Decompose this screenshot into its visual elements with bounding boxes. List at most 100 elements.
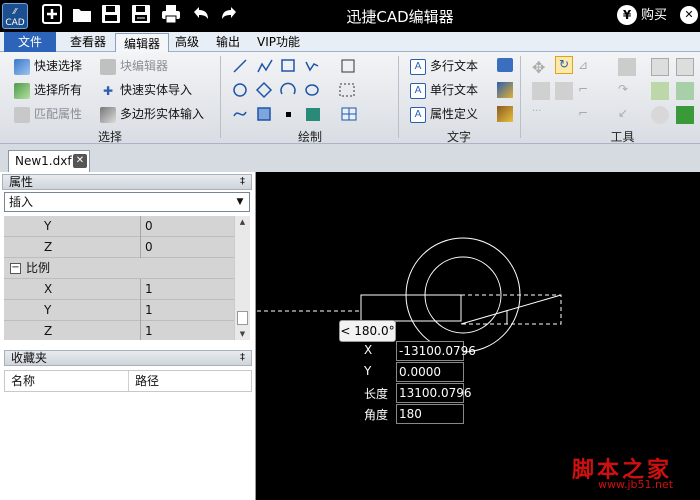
tab-output[interactable]: 输出 bbox=[208, 32, 248, 52]
entity-type-select[interactable]: 插入 ▼ bbox=[4, 192, 250, 212]
tab-editor[interactable]: 编辑器 bbox=[115, 33, 170, 53]
open-folder-icon[interactable] bbox=[70, 4, 94, 28]
mirror-icon[interactable]: ⊿ bbox=[578, 58, 596, 76]
properties-scrollbar[interactable]: ▲ ▼ bbox=[234, 216, 250, 340]
save-as-icon[interactable] bbox=[129, 4, 153, 28]
redo-icon[interactable] bbox=[217, 4, 241, 28]
quick-entity-import-button[interactable]: ✚ 快速实体导入 bbox=[100, 80, 192, 100]
column-name-header[interactable]: 名称 bbox=[5, 371, 129, 391]
polygon-input-icon bbox=[100, 106, 116, 123]
break-icon[interactable]: ··· bbox=[532, 106, 550, 124]
buy-button[interactable]: ¥ 购买 bbox=[617, 5, 667, 27]
group-divider bbox=[398, 56, 399, 138]
diagonal-line bbox=[460, 294, 562, 325]
property-row[interactable]: Z0 bbox=[4, 237, 234, 258]
close-icon[interactable]: ✕ bbox=[73, 154, 87, 168]
multiline-text-button[interactable]: A 多行文本 bbox=[410, 56, 478, 76]
text-style-icon[interactable] bbox=[497, 58, 513, 72]
properties-table: Y0 Z0 − 比例 X1 Y1 Z1 bbox=[4, 216, 234, 340]
tab-viewer[interactable]: 查看器 bbox=[62, 32, 114, 52]
extend-icon[interactable]: ↷ bbox=[618, 82, 636, 100]
document-tab[interactable]: New1.dxf ✕ bbox=[8, 150, 90, 172]
plus-icon: ✚ bbox=[102, 83, 114, 98]
collapse-icon[interactable]: − bbox=[10, 263, 21, 274]
scale-icon[interactable] bbox=[532, 82, 550, 100]
select-all-icon bbox=[14, 82, 30, 99]
y-input[interactable]: 0.0000 bbox=[396, 362, 464, 382]
ungroup-icon[interactable] bbox=[676, 82, 694, 100]
spline-icon[interactable] bbox=[305, 61, 319, 72]
block-editor-button[interactable]: 块编辑器 bbox=[100, 56, 168, 76]
group-icon[interactable] bbox=[651, 82, 669, 100]
line-icon[interactable] bbox=[233, 59, 247, 73]
ribbon: 快速选择 选择所有 匹配属性 块编辑器 ✚ 快速实体导入 多边形实体输入 选择 绘… bbox=[0, 52, 700, 144]
pencil-icon[interactable] bbox=[497, 106, 513, 122]
input-label-y: Y bbox=[364, 364, 372, 378]
multiline-text-icon: A bbox=[410, 58, 426, 75]
favorites-panel-title: 收藏夹 ‡ bbox=[4, 350, 252, 366]
print-icon[interactable] bbox=[159, 4, 183, 28]
close-icon[interactable]: ✕ bbox=[680, 6, 698, 24]
yen-icon: ¥ bbox=[617, 5, 637, 25]
text-group-label: 文字 bbox=[446, 130, 471, 144]
pin-icon[interactable]: ‡ bbox=[240, 351, 245, 365]
table-icon[interactable] bbox=[341, 107, 357, 121]
scroll-down-icon[interactable]: ▼ bbox=[235, 328, 250, 340]
left-panel: 属性 ‡ 插入 ▼ Y0 Z0 − 比例 X1 Y1 Z1 ▲ ▼ 收藏夹 ‡ 名… bbox=[0, 172, 256, 500]
move-icon[interactable]: ✥ bbox=[532, 58, 550, 77]
polygon-entity-input-button[interactable]: 多边形实体输入 bbox=[100, 104, 204, 124]
chevron-down-icon[interactable]: ▼ bbox=[233, 195, 247, 209]
polygon-icon[interactable] bbox=[255, 81, 273, 99]
column-path-header[interactable]: 路径 bbox=[129, 371, 251, 391]
quick-select-button[interactable]: 快速选择 bbox=[14, 56, 82, 76]
angle-input[interactable]: 180 bbox=[396, 404, 464, 424]
tab-file[interactable]: 文件 bbox=[4, 32, 57, 52]
attribute-definition-button[interactable]: A 属性定义 bbox=[410, 104, 478, 124]
match-properties-button[interactable]: 匹配属性 bbox=[14, 104, 82, 124]
arc-icon[interactable] bbox=[280, 82, 296, 95]
attribute-definition-icon: A bbox=[410, 106, 426, 123]
region-icon[interactable] bbox=[339, 83, 355, 97]
chamfer-icon[interactable]: ↙ bbox=[618, 106, 636, 124]
paste-icon[interactable] bbox=[676, 58, 694, 76]
fillet-icon[interactable]: ⌐ bbox=[578, 106, 596, 124]
text-edit-icon[interactable] bbox=[497, 82, 513, 98]
image-icon[interactable] bbox=[306, 108, 320, 121]
tab-vip[interactable]: VIP功能 bbox=[249, 32, 308, 52]
drawing-canvas[interactable] bbox=[257, 172, 700, 500]
select-all-button[interactable]: 选择所有 bbox=[14, 80, 82, 100]
trim-icon[interactable]: ⌐ bbox=[578, 82, 596, 100]
quick-select-icon bbox=[14, 58, 30, 75]
pin-icon[interactable]: ‡ bbox=[240, 175, 245, 189]
tab-advanced[interactable]: 高级 bbox=[167, 32, 207, 52]
property-row[interactable]: Y1 bbox=[4, 300, 234, 321]
save-icon[interactable] bbox=[99, 4, 123, 28]
scroll-up-icon[interactable]: ▲ bbox=[235, 216, 250, 228]
ellipse-icon[interactable] bbox=[305, 84, 319, 96]
app-logo: ⁄⁄ CAD bbox=[2, 3, 28, 29]
undo-icon[interactable] bbox=[189, 4, 213, 28]
length-input[interactable]: 13100.0796 bbox=[396, 383, 472, 403]
block-insert-icon[interactable] bbox=[341, 59, 355, 73]
property-row[interactable]: Y0 bbox=[4, 216, 234, 237]
array-icon[interactable] bbox=[618, 58, 636, 76]
tools-group-label: 工具 bbox=[610, 130, 635, 144]
property-row[interactable]: Z1 bbox=[4, 321, 234, 340]
stretch-icon[interactable] bbox=[555, 82, 573, 100]
rectangle-icon[interactable] bbox=[281, 59, 295, 72]
property-category-row[interactable]: − 比例 bbox=[4, 258, 234, 279]
single-line-text-button[interactable]: A 单行文本 bbox=[410, 80, 478, 100]
copy-icon[interactable] bbox=[651, 58, 669, 76]
refresh-icon[interactable]: ↻ bbox=[555, 56, 573, 74]
polyline-icon[interactable] bbox=[257, 59, 273, 73]
scrollbar-thumb[interactable] bbox=[237, 311, 248, 325]
explode-icon[interactable] bbox=[651, 106, 669, 124]
x-input[interactable]: -13100.0796 bbox=[396, 341, 476, 361]
hatch-icon[interactable] bbox=[257, 107, 271, 121]
join-icon[interactable] bbox=[676, 106, 694, 124]
point-icon[interactable] bbox=[286, 112, 291, 117]
property-row[interactable]: X1 bbox=[4, 279, 234, 300]
curve-icon[interactable] bbox=[233, 111, 247, 117]
circle-icon[interactable] bbox=[233, 83, 247, 97]
new-icon[interactable] bbox=[40, 4, 64, 28]
